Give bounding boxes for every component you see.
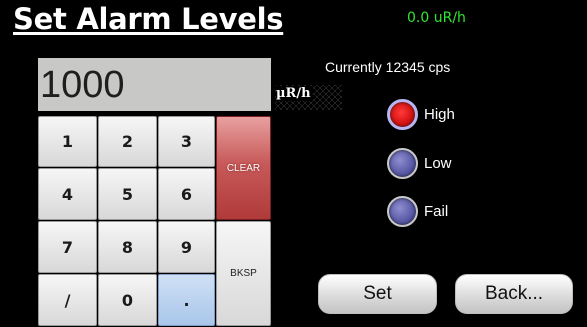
key-8[interactable]: 8 (98, 221, 157, 273)
key-6[interactable]: 6 (158, 168, 215, 220)
key-3[interactable]: 3 (158, 116, 215, 167)
key-decimal-point[interactable]: . (158, 274, 215, 326)
radio-label-low: Low (424, 155, 452, 172)
set-button[interactable]: Set (318, 274, 437, 314)
backspace-button[interactable]: BKSP (216, 221, 271, 326)
radio-label-fail: Fail (424, 203, 449, 220)
page-title: Set Alarm Levels (13, 2, 284, 36)
key-5[interactable]: 5 (98, 168, 157, 220)
radio-fail[interactable]: Fail (387, 196, 448, 227)
dose-rate-readout: 0.0 uR/h (407, 10, 466, 26)
back-button[interactable]: Back... (455, 274, 573, 314)
key-slash[interactable]: / (38, 274, 97, 326)
unit-area: µR/h (275, 85, 342, 110)
radio-label-high: High (424, 106, 455, 123)
key-4[interactable]: 4 (38, 168, 97, 220)
entry-value: 1000 (40, 64, 125, 106)
key-2[interactable]: 2 (98, 116, 157, 167)
key-9[interactable]: 9 (158, 221, 215, 273)
radio-indicator (387, 148, 418, 179)
key-0[interactable]: 0 (98, 274, 157, 326)
unit-label: µR/h (276, 86, 313, 101)
key-7[interactable]: 7 (38, 221, 97, 273)
radio-indicator (387, 196, 418, 227)
radio-selected-indicator (387, 99, 418, 130)
radio-low[interactable]: Low (387, 148, 452, 179)
value-entry-display[interactable]: 1000 (38, 58, 271, 111)
key-1[interactable]: 1 (38, 116, 97, 167)
radio-high[interactable]: High (387, 99, 455, 130)
count-rate-status: Currently 12345 cps (325, 59, 451, 75)
clear-button[interactable]: CLEAR (216, 116, 271, 220)
